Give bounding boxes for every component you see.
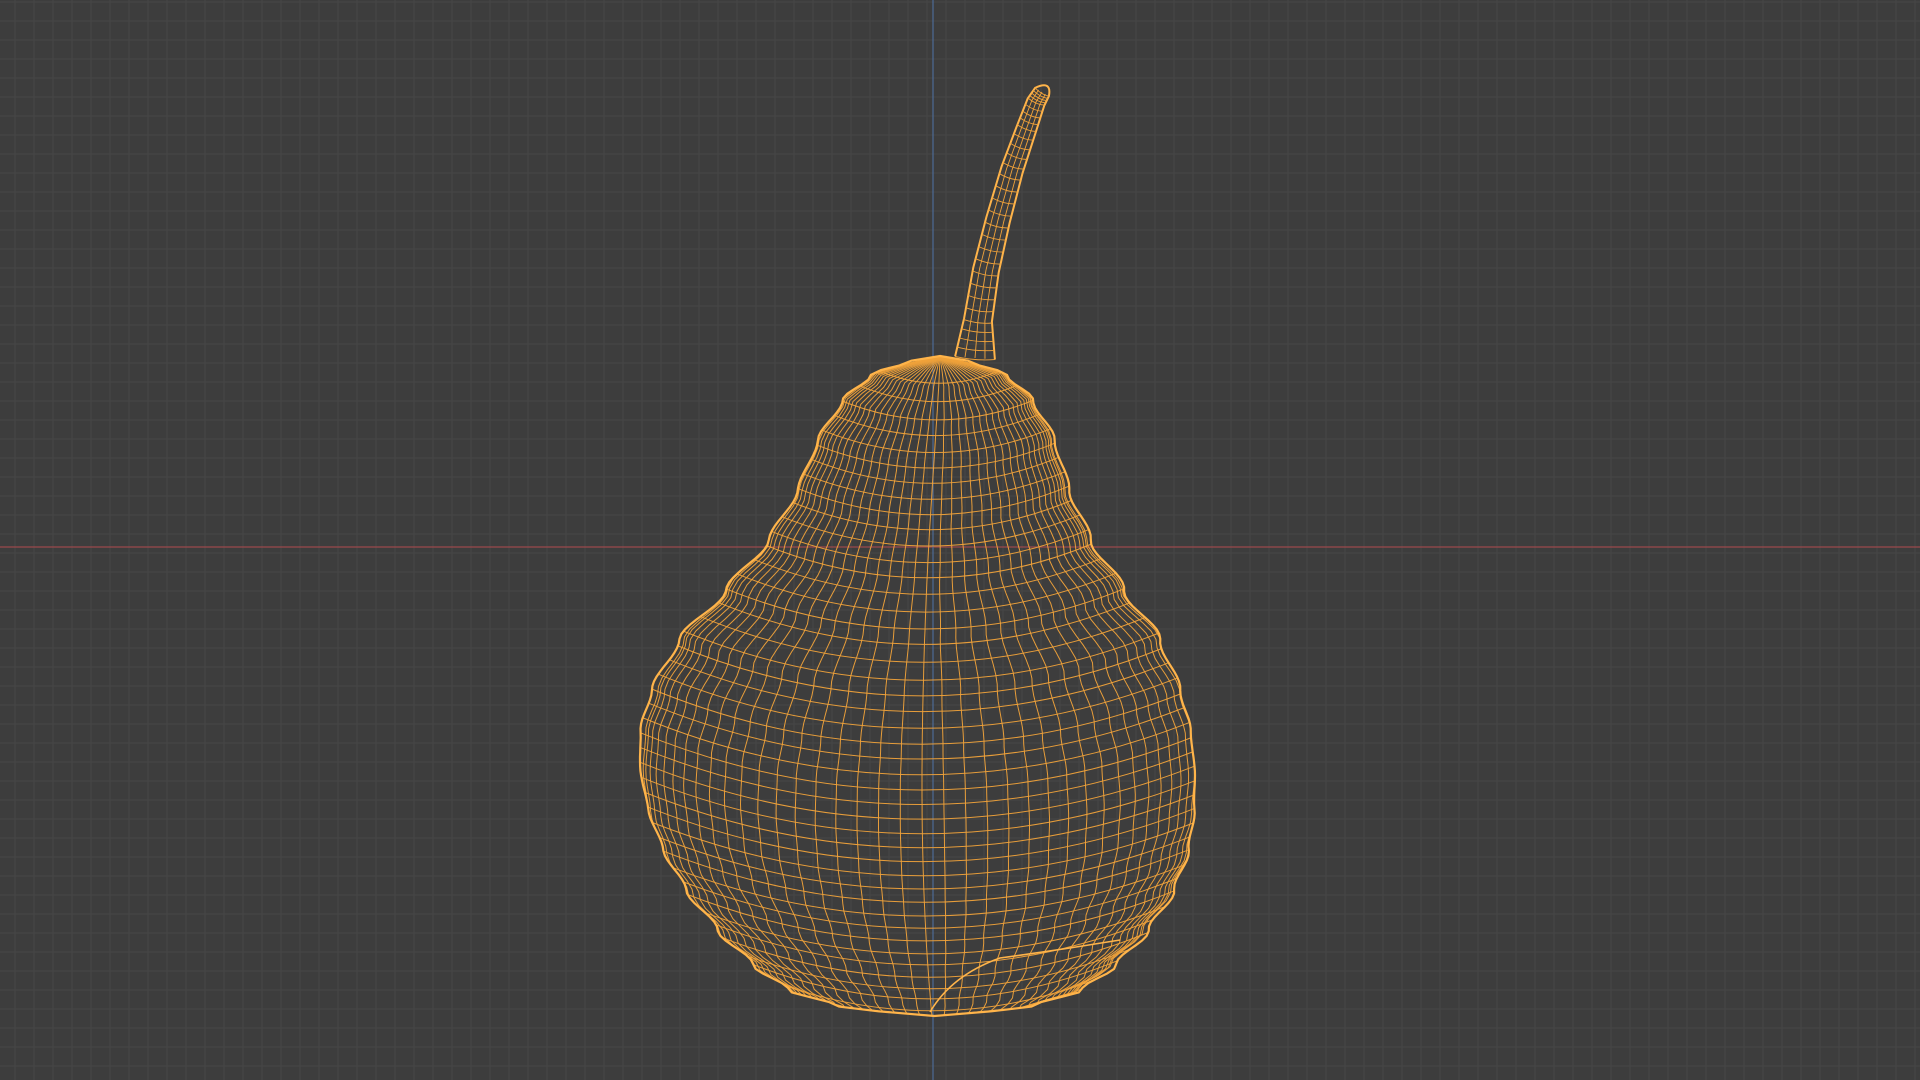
3d-viewport[interactable] (0, 0, 1920, 1080)
viewport-background (0, 0, 1920, 1080)
viewport-canvas[interactable] (0, 0, 1920, 1080)
